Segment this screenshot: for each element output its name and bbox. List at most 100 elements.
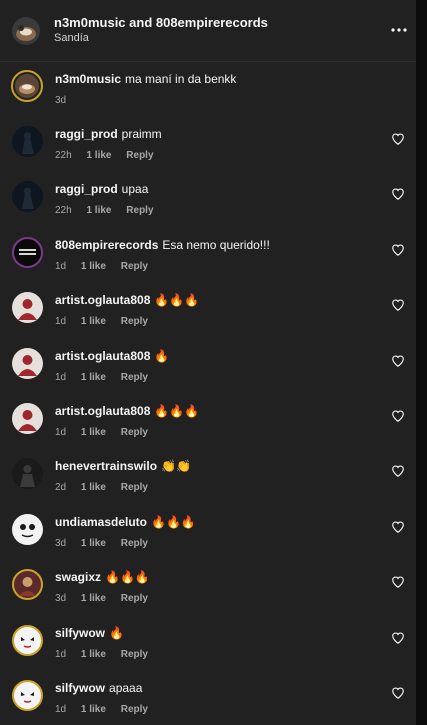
comment-item: undiamasdeluto 🔥🔥🔥 3d 1 like Reply — [0, 504, 416, 559]
comment-text: 🔥 — [109, 625, 124, 640]
reply-button[interactable]: Reply — [121, 482, 148, 493]
commenter-avatar[interactable] — [12, 513, 43, 545]
comment-time: 1d — [55, 316, 67, 328]
caption-avatar[interactable] — [11, 70, 43, 102]
reply-button[interactable]: Reply — [121, 427, 148, 438]
heart-outline-icon[interactable] — [391, 187, 405, 201]
heart-outline-icon[interactable] — [391, 409, 405, 423]
comments-panel: n3m0music and 808empirerecords Sandía n3… — [0, 0, 416, 725]
comment-item: artist.oglauta808 🔥🔥🔥 1d 1 like Reply — [0, 282, 416, 337]
comment-time: 1d — [55, 703, 67, 715]
comment-likes[interactable]: 1 like — [81, 372, 106, 383]
comment-likes[interactable]: 1 like — [81, 261, 106, 272]
heart-outline-icon[interactable] — [391, 132, 405, 146]
comment-username[interactable]: swagixz — [55, 570, 101, 584]
comment-item: raggi_prod praimm 22h 1 like Reply — [0, 116, 416, 171]
heart-outline-icon[interactable] — [391, 520, 405, 534]
comment-text: 🔥🔥🔥 — [151, 514, 196, 529]
comment-username[interactable]: artist.oglauta808 — [55, 349, 150, 363]
caption-username[interactable]: n3m0music — [55, 72, 121, 86]
heart-outline-icon[interactable] — [391, 243, 405, 257]
comment-text: 🔥🔥🔥 — [154, 403, 200, 418]
comment-text: Esa nemo querido!!! — [162, 237, 270, 252]
heart-outline-icon[interactable] — [391, 686, 405, 700]
commenter-avatar[interactable] — [12, 292, 43, 324]
comment-likes[interactable]: 1 like — [86, 205, 111, 216]
reply-button[interactable]: Reply — [121, 649, 148, 660]
caption-time: 3d — [55, 95, 67, 106]
comment-text: 🔥🔥🔥 — [105, 570, 150, 585]
comment-item: artist.oglauta808 🔥🔥🔥 1d 1 like Reply — [0, 393, 416, 448]
reply-button[interactable]: Reply — [121, 593, 148, 604]
comment-text: 🔥🔥🔥 — [154, 293, 200, 308]
caption-item: n3m0music ma maní in da benkk 3d — [0, 61, 416, 116]
comment-username[interactable]: artist.oglauta808 — [55, 293, 150, 307]
comment-item: raggi_prod upaa 22h 1 like Reply — [0, 171, 416, 226]
heart-outline-icon[interactable] — [391, 464, 405, 478]
comment-item: artist.oglauta808 🔥 1d 1 like Reply — [0, 338, 416, 393]
comment-text: 🔥 — [154, 348, 170, 363]
comment-likes[interactable]: 1 like — [86, 150, 111, 161]
comment-item: silfywow apaaa 1d 1 like Reply — [0, 670, 416, 725]
comment-likes[interactable]: 1 like — [81, 427, 106, 438]
commenter-avatar[interactable] — [12, 458, 43, 490]
commenter-avatar[interactable] — [12, 402, 43, 434]
reply-button[interactable]: Reply — [126, 205, 153, 216]
comment-text: upaa — [121, 182, 149, 197]
comment-likes[interactable]: 1 like — [81, 593, 106, 604]
comment-time: 1d — [55, 371, 67, 383]
comment-text: apaaa — [109, 680, 143, 695]
comment-list: n3m0music ma maní in da benkk 3d raggi_pr… — [0, 61, 416, 725]
commenter-avatar[interactable] — [12, 679, 43, 711]
header-audio[interactable]: Sandía — [54, 32, 89, 44]
heart-outline-icon[interactable] — [391, 575, 405, 589]
heart-outline-icon[interactable] — [391, 298, 405, 312]
comment-username[interactable]: silfywow — [55, 681, 105, 695]
comment-item: henevertrainswilo 👏👏 2d 1 like Reply — [0, 448, 416, 503]
comment-username[interactable]: raggi_prod — [55, 182, 118, 196]
header-title[interactable]: n3m0music and 808empirerecords — [54, 15, 268, 30]
comment-time: 1d — [55, 426, 67, 438]
comment-likes[interactable]: 1 like — [81, 704, 106, 715]
comment-time: 1d — [55, 648, 67, 660]
commenter-avatar[interactable] — [12, 569, 43, 601]
more-options-icon[interactable] — [388, 20, 410, 40]
comment-item: 808empirerecords Esa nemo querido!!! 1d 1… — [0, 227, 416, 282]
comment-item: silfywow 🔥 1d 1 like Reply — [0, 615, 416, 670]
reply-button[interactable]: Reply — [121, 704, 148, 715]
comment-likes[interactable]: 1 like — [81, 482, 106, 493]
commenter-avatar[interactable] — [12, 126, 43, 157]
comment-item: swagixz 🔥🔥🔥 3d 1 like Reply — [0, 559, 416, 614]
comment-time: 2d — [55, 482, 67, 494]
comment-username[interactable]: silfywow — [55, 626, 105, 640]
comment-time: 22h — [55, 205, 72, 217]
comment-text: praimm — [121, 127, 162, 141]
comment-text: 👏👏 — [161, 459, 191, 474]
comment-likes[interactable]: 1 like — [81, 316, 106, 327]
post-header: n3m0music and 808empirerecords Sandía — [0, 0, 416, 62]
commenter-avatar[interactable] — [12, 181, 43, 213]
comment-time: 22h — [55, 150, 72, 161]
comment-time: 1d — [55, 260, 67, 272]
comment-username[interactable]: undiamasdeluto — [55, 515, 147, 529]
comment-time: 3d — [55, 537, 67, 549]
commenter-avatar[interactable] — [12, 624, 43, 656]
reply-button[interactable]: Reply — [121, 261, 148, 272]
header-avatar[interactable] — [12, 17, 40, 45]
comment-time: 3d — [55, 593, 67, 605]
reply-button[interactable]: Reply — [121, 316, 148, 327]
comment-username[interactable]: 808empirerecords — [55, 238, 158, 252]
commenter-avatar[interactable] — [12, 236, 43, 268]
heart-outline-icon[interactable] — [391, 354, 405, 368]
commenter-avatar[interactable] — [12, 347, 43, 379]
comment-username[interactable]: henevertrainswilo — [55, 459, 157, 473]
comment-likes[interactable]: 1 like — [81, 538, 106, 549]
reply-button[interactable]: Reply — [121, 538, 148, 549]
comment-username[interactable]: raggi_prod — [55, 127, 118, 141]
reply-button[interactable]: Reply — [126, 150, 153, 161]
reply-button[interactable]: Reply — [121, 372, 148, 383]
comment-likes[interactable]: 1 like — [81, 649, 106, 660]
heart-outline-icon[interactable] — [391, 631, 405, 645]
scrollbar[interactable] — [416, 0, 427, 725]
comment-username[interactable]: artist.oglauta808 — [55, 404, 150, 418]
